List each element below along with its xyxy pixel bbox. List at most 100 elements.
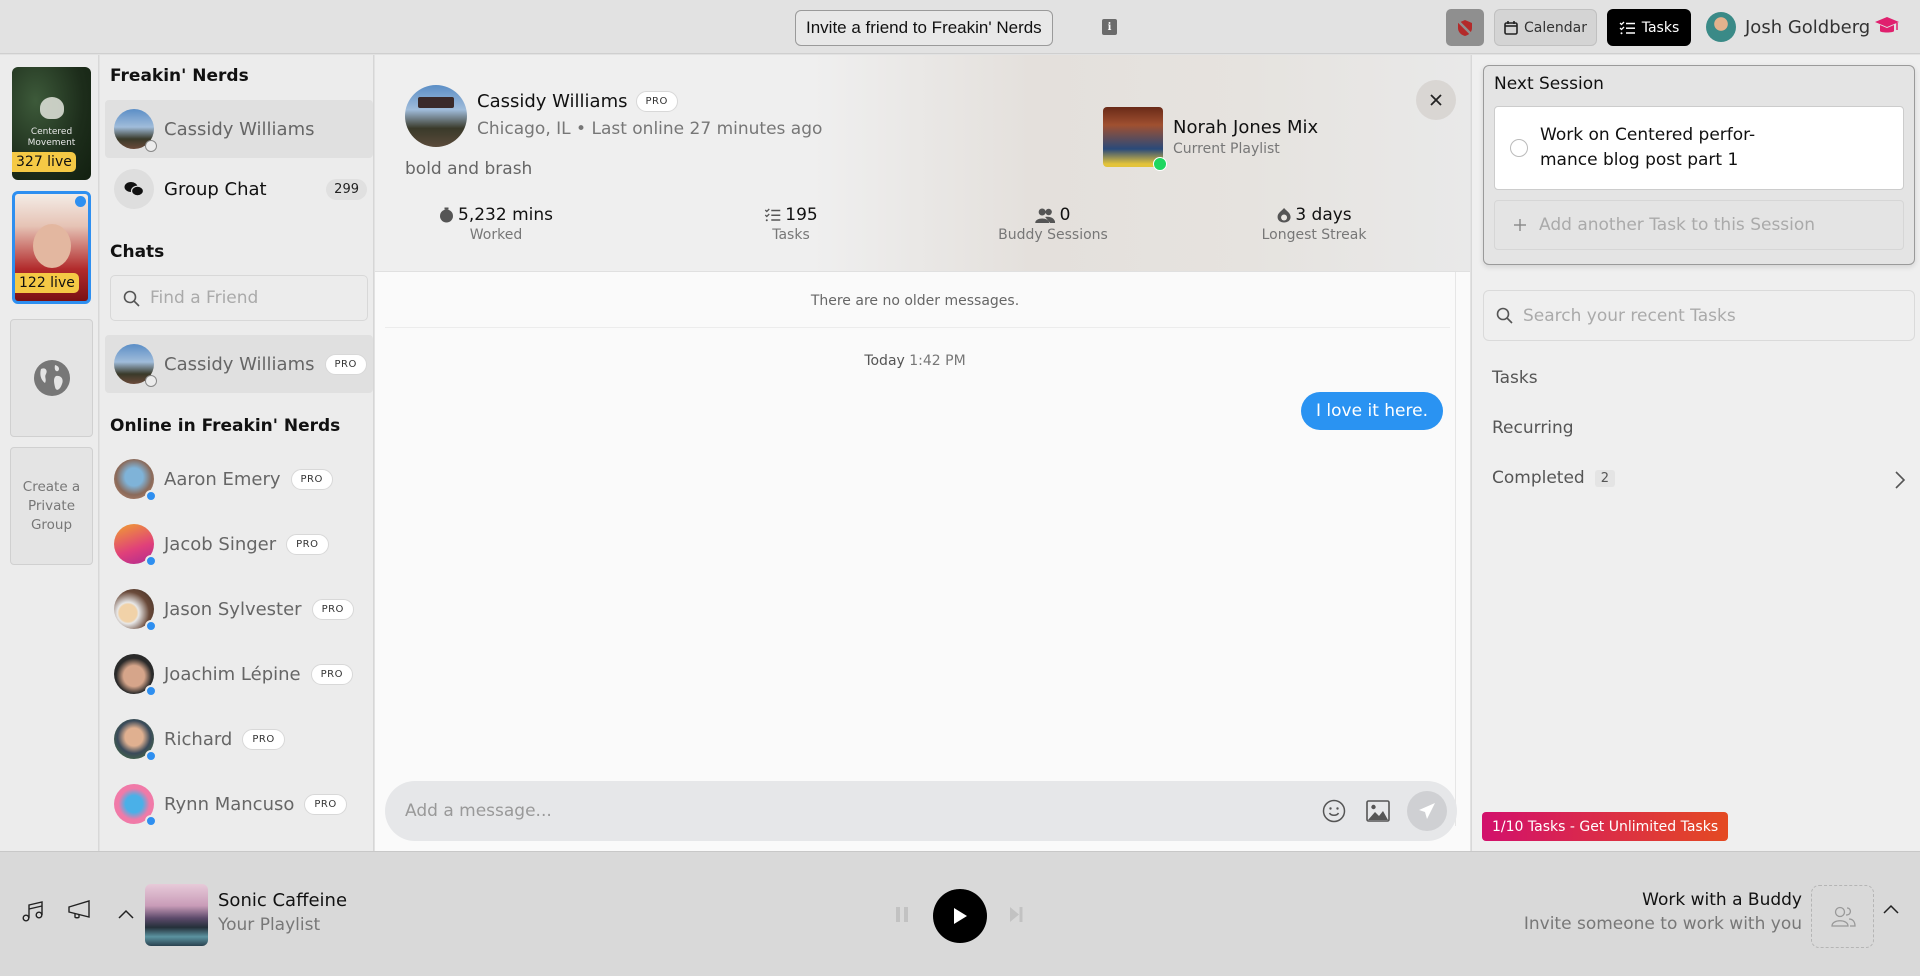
chat-panel: Cassidy Williams PRO Chicago, IL • Last …	[375, 55, 1470, 851]
stat-value: 195	[785, 205, 818, 225]
task-search[interactable]	[1483, 290, 1915, 341]
online-user-row[interactable]: Jason Sylvester PRO	[105, 580, 373, 638]
emoji-button[interactable]	[1319, 796, 1349, 826]
message-input[interactable]	[405, 801, 1319, 821]
pro-badge: PRO	[286, 533, 329, 555]
playlist-subtitle: Current Playlist	[1173, 141, 1280, 157]
avatar	[114, 654, 157, 697]
online-user-row[interactable]: Jacob Singer PRO	[105, 515, 373, 573]
user-name: Josh Goldberg	[1745, 16, 1871, 38]
divider	[385, 327, 1450, 328]
chat-scrollbar[interactable]	[1455, 272, 1456, 826]
user-name: Jacob Singer	[164, 533, 277, 555]
people-outline-icon	[1830, 906, 1856, 927]
chevron-up-icon[interactable]	[118, 909, 134, 919]
people-icon	[1035, 208, 1056, 223]
section-completed[interactable]: Completed 2	[1492, 468, 1616, 488]
offline-status-dot	[145, 375, 157, 387]
playlist-art	[1103, 107, 1167, 171]
online-user-row[interactable]: Aaron Emery PRO	[105, 450, 373, 508]
add-task-button[interactable]: Add another Task to this Session	[1494, 200, 1904, 250]
music-player-bar: Sonic Caffeine Your Playlist Work with a…	[0, 851, 1920, 976]
graduation-cap-icon[interactable]	[1874, 15, 1900, 37]
online-status-dot	[145, 685, 157, 697]
group-chat-count: 299	[326, 178, 367, 200]
live-count-badge: 327 live	[12, 152, 76, 172]
avatar	[114, 589, 157, 632]
group-chat-avatar	[114, 169, 154, 209]
pro-badge: PRO	[324, 353, 367, 375]
buddy-subtitle: Invite someone to work with you	[1523, 914, 1802, 934]
now-playing-art[interactable]	[145, 884, 208, 946]
create-private-group-button[interactable]: Create a Private Group	[10, 447, 93, 565]
online-status-dot	[145, 750, 157, 762]
task-checkbox[interactable]	[1510, 139, 1528, 157]
online-user-row[interactable]: Richard PRO	[105, 710, 373, 768]
image-upload-button[interactable]	[1363, 796, 1393, 826]
user-name: Joachim Lépine	[164, 663, 301, 685]
close-icon	[1430, 94, 1442, 106]
emoji-icon	[1322, 799, 1346, 823]
online-user-row[interactable]: Rynn Mancuso PRO	[105, 775, 373, 833]
pro-badge: PRO	[290, 468, 333, 490]
task-search-input[interactable]	[1523, 305, 1903, 326]
group-tile-freakin-nerds[interactable]: 122 live	[12, 191, 91, 304]
group-tile-image	[33, 224, 71, 268]
calendar-button[interactable]: Calendar	[1494, 9, 1597, 46]
tasks-button[interactable]: Tasks	[1607, 9, 1691, 46]
profile-last-online: Last online 27 minutes ago	[591, 119, 823, 139]
discover-groups-button[interactable]	[10, 319, 93, 437]
avatar	[114, 109, 157, 152]
calendar-label: Calendar	[1524, 19, 1587, 36]
avatar	[114, 524, 157, 567]
globe-icon	[33, 360, 70, 396]
online-user-row[interactable]: Joachim Lépine PRO	[105, 645, 373, 703]
online-title: Online in Freakin' Nerds	[110, 416, 341, 436]
music-note-icon[interactable]	[22, 900, 44, 922]
info-icon[interactable]: i	[1102, 19, 1117, 35]
group-tile-centered-movement[interactable]: Centered Movement 327 live	[12, 67, 91, 180]
user-menu[interactable]: Josh Goldberg	[1706, 11, 1870, 43]
profile-avatar	[405, 85, 467, 147]
message-bubble-sent[interactable]: I love it here.	[1301, 392, 1443, 430]
user-name: Jason Sylvester	[164, 598, 302, 620]
send-button[interactable]	[1407, 791, 1447, 831]
pause-icon[interactable]	[895, 906, 909, 923]
find-friend-search[interactable]	[110, 275, 368, 321]
play-button[interactable]	[933, 889, 987, 943]
group-chat-row[interactable]: Group Chat 299	[105, 160, 373, 218]
megaphone-icon[interactable]	[68, 900, 92, 920]
upgrade-tasks-button[interactable]: 1/10 Tasks - Get Unlimited Tasks	[1482, 812, 1729, 841]
stat-value: 0	[1059, 205, 1071, 225]
pinned-user-row[interactable]: Cassidy Williams	[105, 100, 373, 158]
message-timestamp: Today 1:42 PM	[375, 353, 1455, 369]
avatar	[114, 459, 157, 502]
invite-buddy-button[interactable]	[1811, 885, 1874, 948]
chevron-right-icon[interactable]	[1894, 470, 1906, 490]
stat-label: Longest Streak	[1261, 227, 1367, 243]
chevron-up-icon[interactable]	[1883, 904, 1899, 914]
chat-row[interactable]: Cassidy Williams PRO	[105, 335, 373, 393]
stat-value: 5,232 mins	[458, 205, 553, 225]
send-icon	[1419, 803, 1435, 819]
now-playing-subtitle: Your Playlist	[218, 915, 321, 935]
section-tasks[interactable]: Tasks	[1492, 368, 1538, 388]
current-playlist[interactable]: Norah Jones Mix Current Playlist	[1103, 107, 1318, 171]
close-profile-button[interactable]	[1416, 80, 1456, 120]
stat-longest-streak: 3 days Longest Streak	[1262, 205, 1367, 243]
invite-friend-button[interactable]: Invite a friend to Freakin' Nerds	[795, 10, 1053, 46]
user-name: Richard	[164, 728, 233, 750]
profile-bio: bold and brash	[405, 159, 533, 179]
section-recurring[interactable]: Recurring	[1492, 418, 1574, 438]
avatar	[114, 719, 157, 762]
user-name: Cassidy Williams	[164, 118, 315, 140]
find-friend-input[interactable]	[150, 288, 350, 308]
add-task-label: Add another Task to this Session	[1539, 215, 1816, 235]
next-session-card: Next Session Work on Centered perfor-man…	[1483, 65, 1915, 265]
user-name: Rynn Mancuso	[164, 793, 295, 815]
session-task[interactable]: Work on Centered perfor-mance blog post …	[1494, 106, 1904, 190]
skip-next-icon[interactable]	[1009, 906, 1024, 923]
pro-badge: PRO	[635, 91, 678, 112]
work-with-buddy[interactable]: Work with a Buddy Invite someone to work…	[1524, 890, 1802, 934]
distraction-blocker-button[interactable]	[1446, 9, 1484, 46]
